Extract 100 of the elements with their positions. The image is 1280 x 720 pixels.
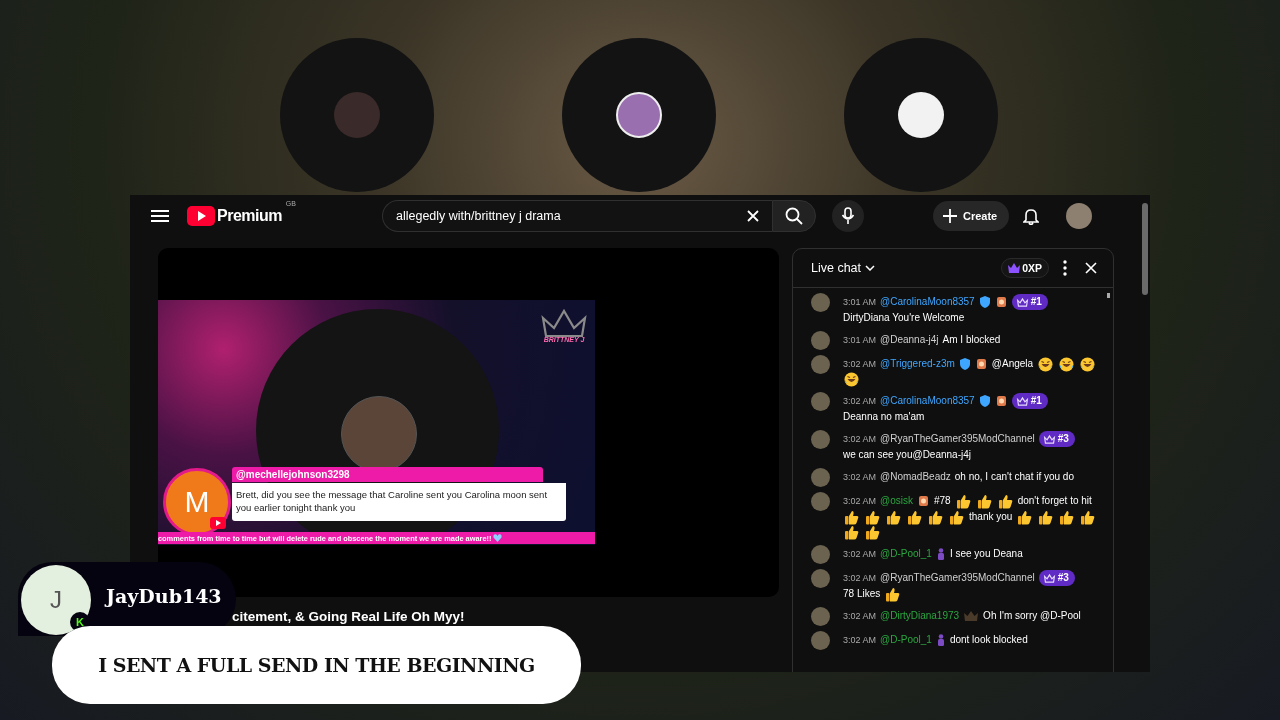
message-time: 3:02 AM	[843, 433, 877, 446]
sticker-icon	[995, 296, 1007, 308]
author-name: @Triggered-z3m	[880, 357, 955, 371]
author-name: @RyanTheGamer395ModChannel	[880, 432, 1035, 446]
xp-button[interactable]: 0XP	[1001, 258, 1049, 278]
thumbs-up-emoji-icon	[1080, 509, 1096, 525]
thumbs-up-emoji-icon	[865, 525, 880, 540]
menu-icon[interactable]	[151, 209, 169, 223]
laughing-emoji-icon	[844, 372, 859, 387]
crown-icon	[1042, 433, 1056, 445]
thumbs-up-emoji-icon	[886, 509, 901, 525]
message-text: I SENT A FULL SEND IN THE BEGINNING	[98, 654, 535, 676]
scrollbar-thumb[interactable]	[1142, 203, 1148, 295]
sticker-icon	[995, 395, 1007, 407]
chevron-down-icon	[865, 265, 876, 271]
microphone-button[interactable]	[831, 200, 864, 232]
user-avatar	[811, 545, 830, 564]
thumbs-up-emoji-icon	[997, 493, 1013, 509]
crown-icon	[964, 611, 979, 621]
crown-icon	[1015, 395, 1029, 407]
user-name: JayDub143	[106, 585, 222, 607]
crown-icon	[1008, 263, 1021, 273]
message-time: 3:02 AM	[843, 634, 877, 647]
author-name: @D-Pool_1	[880, 633, 932, 647]
author-name: @CarolinaMoon8357	[880, 295, 975, 309]
user-avatar	[811, 293, 830, 312]
message-time: 3:02 AM	[843, 358, 877, 371]
thumbs-up-emoji-icon	[955, 493, 971, 509]
user-avatar	[811, 492, 830, 511]
user-avatar	[811, 355, 830, 374]
thumbs-up-emoji-icon	[844, 525, 859, 540]
scrollbar-thumb[interactable]	[1107, 293, 1110, 298]
avatar-initial: J	[50, 586, 62, 614]
user-avatar	[811, 468, 830, 487]
rank-label: #3	[1057, 432, 1069, 446]
message-time: 3:01 AM	[843, 296, 877, 309]
figure-icon	[936, 634, 945, 646]
user-avatar	[811, 569, 830, 588]
message-time: 3:02 AM	[843, 610, 877, 623]
shield-icon	[979, 296, 990, 308]
message-text: Am I blocked	[942, 333, 1001, 347]
comment-text: Brett, did you see the message that Caroline sent you Carolina moon sent you earlier tonight thank you	[232, 483, 566, 521]
message-text: oh no, I can't chat if you do	[954, 470, 1074, 484]
bell-icon[interactable]	[1023, 207, 1040, 225]
author-name: @NomadBeadz	[880, 470, 951, 484]
more-icon[interactable]	[1063, 260, 1067, 276]
chat-mode-dropdown[interactable]: Live chat	[811, 261, 876, 275]
heart-icon	[493, 534, 503, 542]
plus-icon	[942, 209, 957, 223]
video-title: citement, & Going Real Life Oh Myy!	[232, 609, 465, 624]
message-time: 3:02 AM	[843, 495, 877, 508]
search-icon	[784, 207, 803, 225]
message-time: 3:01 AM	[843, 334, 877, 347]
thumbs-up-emoji-icon	[1038, 509, 1054, 525]
user-avatar	[811, 392, 830, 411]
create-button[interactable]: Create	[932, 201, 1010, 231]
message-text: thank you	[969, 510, 1013, 524]
user-avatar	[811, 331, 830, 350]
author-name: @CarolinaMoon8357	[880, 394, 975, 408]
user-avatar	[811, 607, 830, 626]
message-text: I see you Deana	[949, 547, 1023, 561]
rank-label: #1	[1030, 394, 1042, 408]
thumbs-up-emoji-icon	[1017, 509, 1033, 525]
message-time: 3:02 AM	[843, 572, 877, 585]
rank-label: #3	[1057, 571, 1069, 585]
thumbs-up-emoji-icon	[907, 509, 922, 525]
laughing-emoji-icon	[1059, 356, 1075, 372]
message-text: @Angela	[991, 357, 1034, 371]
crown-icon	[1015, 296, 1029, 308]
clear-icon[interactable]	[745, 209, 760, 223]
avatar-placeholder	[334, 92, 380, 138]
message-time: 3:02 AM	[843, 548, 877, 561]
shield-icon	[959, 358, 970, 370]
play-logo-icon	[210, 517, 226, 529]
user-avatar	[811, 430, 830, 449]
logo-text: Premium	[217, 207, 282, 225]
message-text: 78 Likes	[843, 587, 881, 601]
thumbs-up-emoji-icon	[928, 509, 943, 525]
message-time: 3:02 AM	[843, 471, 877, 484]
sticker-icon	[917, 495, 929, 507]
laughing-emoji-icon	[1080, 356, 1096, 372]
thumbs-up-emoji-icon	[885, 586, 901, 602]
avatar-placeholder	[616, 92, 662, 138]
thumbs-up-emoji-icon	[844, 509, 859, 525]
message-text: #78	[933, 494, 951, 508]
thumbs-up-emoji-icon	[976, 493, 992, 509]
author-name: @osisk	[880, 494, 913, 508]
avatar-placeholder	[898, 92, 944, 138]
sticker-icon	[975, 358, 987, 370]
message-text: Deanna no ma'am	[843, 410, 925, 424]
search-button[interactable]	[771, 200, 816, 232]
thumbs-up-emoji-icon	[1059, 509, 1075, 525]
author-name: @RyanTheGamer395ModChannel	[880, 571, 1035, 585]
close-icon[interactable]	[1085, 262, 1097, 274]
account-avatar[interactable]	[1066, 203, 1093, 229]
crown-icon	[1042, 572, 1056, 584]
search-field[interactable]: allegedly with/brittney j drama	[381, 200, 772, 232]
message-text: we can see you@Deanna-j4j	[843, 448, 971, 462]
message-text: DirtyDiana You're Welcome	[843, 311, 965, 325]
play-logo-icon	[187, 206, 215, 226]
